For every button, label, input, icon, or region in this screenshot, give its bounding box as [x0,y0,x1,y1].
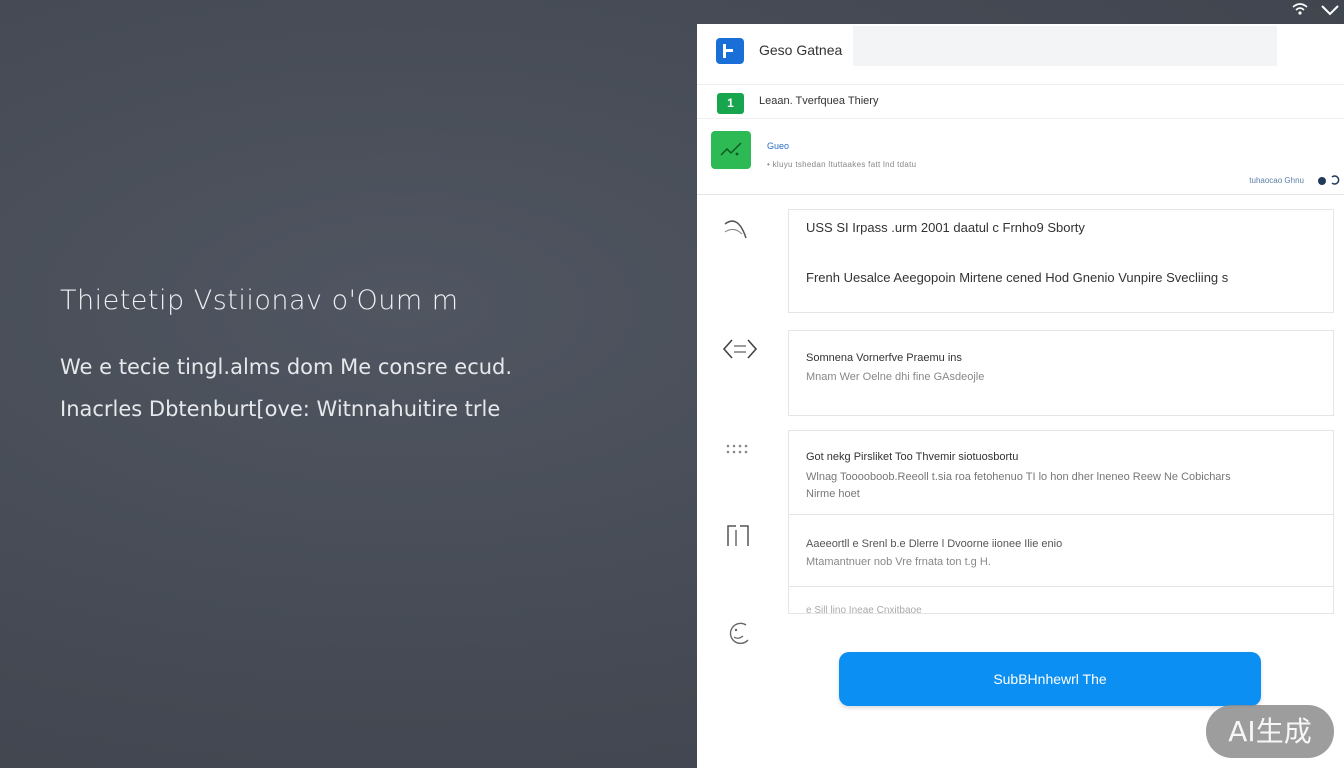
card-subtitle: Frenh Uesalce Aeegopoin Mirtene cened Ho… [806,270,1229,285]
list-item[interactable]: Aaeeortll e Srenl b.e Dlerre l Dvoorne i… [788,514,1334,586]
code-arrows-icon[interactable] [722,332,758,366]
curve-icon[interactable] [722,212,756,246]
face-icon[interactable] [722,616,756,650]
ai-generated-watermark: AI生成 [1206,705,1334,758]
card-title: Aaeeortll e Srenl b.e Dlerre l Dvoorne i… [806,538,1063,550]
bracket-icon[interactable] [722,518,756,552]
list-row[interactable]: Gueo • kluyu tshedan ltuttaakes fatt lnd… [697,124,1344,195]
hero-description-line: We e tecie tingl.alms dom Me consre ecud… [60,355,513,379]
system-tray [1284,0,1344,20]
row-label: Leaan. Tverfquea Thiery [759,95,879,107]
wifi-icon[interactable] [1292,2,1308,21]
panel-header: Geso Gatnea [697,24,1344,85]
card-title: Got nekg Pirsliket Too Thvemir siotuosbo… [806,451,1019,463]
chevron-down-icon[interactable] [1320,2,1340,21]
hero-description-line: Inacrles Dbtenburt[ove: Witnnahuitire tr… [60,397,501,421]
search-input[interactable] [853,26,1277,66]
count-badge: 1 [717,93,744,114]
dots-grid-icon[interactable] [722,434,756,468]
list-item[interactable]: Somnena Vornerfve Praemu ins Mnam Wer Oe… [788,330,1334,416]
card-subtitle: Mnam Wer Oelne dhi fine GAsdeojle [806,371,985,383]
card-title: e Sill lino Ineae Cnxitbaoe [806,605,922,616]
list-item[interactable]: USS SI Irpass .urm 2001 daatul c Frnho9 … [788,209,1334,313]
app-panel: Geso Gatnea 1 Leaan. Tverfquea Thiery Gu… [697,24,1344,768]
row-description: • kluyu tshedan ltuttaakes fatt lnd tdat… [767,160,917,169]
card-subtitle: Mtamantnuer nob Vre frnata ton t.g H. [806,556,991,568]
app-logo-icon[interactable] [716,38,744,64]
status-link[interactable]: tuhaocao Ghnu [1249,176,1304,185]
app-name: Geso Gatnea [759,42,843,58]
list-item[interactable]: e Sill lino Ineae Cnxitbaoe [788,586,1334,616]
primary-cta-button[interactable]: SubBHnhewrl The [839,652,1261,706]
list-item[interactable]: Got nekg Pirsliket Too Thvemir siotuosbo… [788,430,1334,514]
row-title: Gueo [767,141,790,151]
check-tile-icon [711,131,751,169]
refresh-icon[interactable] [1329,173,1341,185]
card-title: Somnena Vornerfve Praemu ins [806,352,962,364]
card-subtitle: Nirme hoet [806,488,860,500]
list-row[interactable]: 1 Leaan. Tverfquea Thiery [697,86,1344,119]
hero-title: Thietetip Vstiionav o'Oum m [60,285,459,316]
card-title: USS SI Irpass .urm 2001 daatul c Frnho9 … [806,220,1085,235]
hero-section: Thietetip Vstiionav o'Oum m We e tecie t… [60,285,680,430]
card-subtitle: Wlnag Tooooboob.Reeoll t.sia roa fetohen… [806,471,1231,483]
status-dot [1318,177,1326,185]
